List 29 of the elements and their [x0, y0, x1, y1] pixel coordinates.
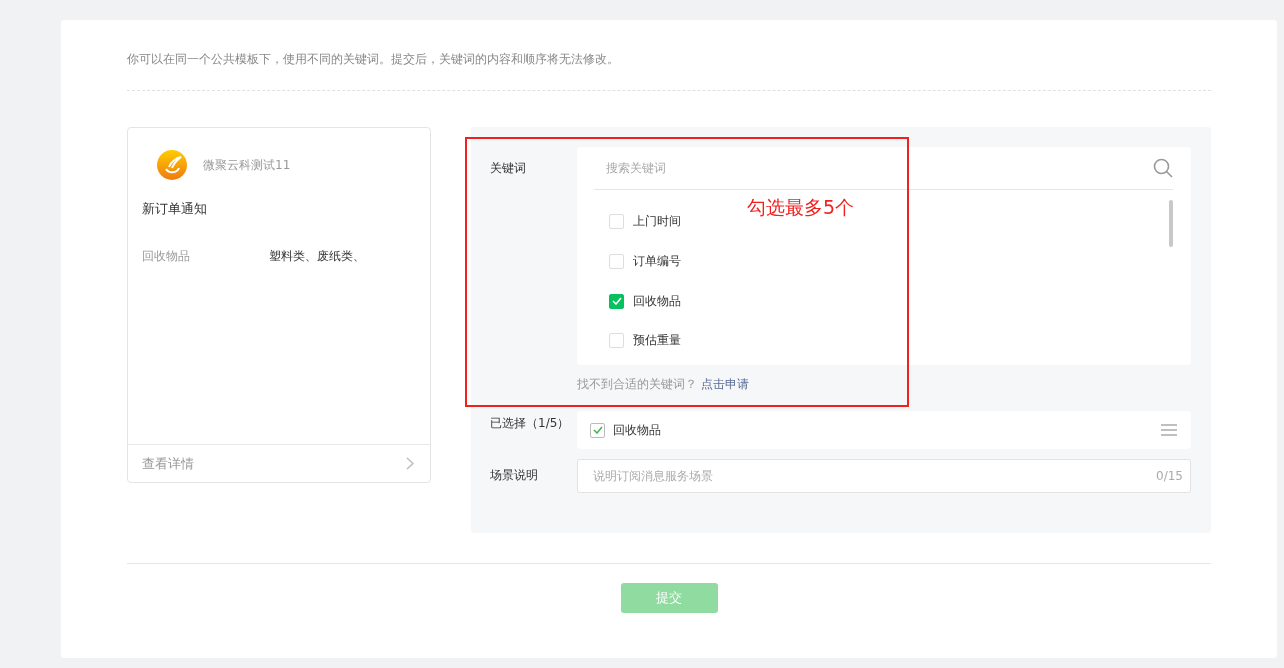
details-link[interactable]: 查看详情 [128, 444, 430, 482]
field-value: 塑料类、废纸类、 [269, 248, 365, 265]
keyword-label: 回收物品 [613, 421, 661, 439]
search-icon [1153, 158, 1173, 178]
keyword-label: 回收物品 [633, 292, 681, 310]
account-name: 微聚云科测试11 [203, 156, 291, 174]
annotation-text: 勾选最多5个 [747, 195, 855, 220]
checkbox[interactable] [590, 422, 605, 438]
field-label: 回收物品 [142, 248, 191, 265]
character-counter: 0/15 [1156, 469, 1183, 483]
drag-handle-icon[interactable] [1161, 424, 1177, 436]
selected-keyword-row[interactable]: 回收物品 [577, 411, 1191, 449]
hint-text: 找不到合适的关键词？ [577, 377, 697, 391]
scene-field[interactable]: 说明订阅消息服务场景 0/15 [577, 459, 1191, 493]
keyword-label: 订单编号 [633, 253, 681, 271]
checkbox[interactable] [609, 293, 624, 309]
scene-label: 场景说明 [490, 467, 539, 484]
notice-text: 你可以在同一个公共模板下，使用不同的关键词。提交后，关键词的内容和顺序将无法修改。 [127, 51, 620, 67]
keyword-search-field[interactable]: 搜索关键词 [594, 147, 1153, 189]
selected-label: 已选择（1/5） [490, 415, 571, 432]
apply-link[interactable]: 点击申请 [700, 377, 749, 391]
message-title: 新订单通知 [141, 200, 208, 218]
scrollbar[interactable] [1169, 200, 1173, 247]
logo-icon [157, 150, 187, 180]
keyword-label: 预估重量 [633, 332, 681, 350]
chevron-right-icon [406, 457, 414, 470]
scene-description-field[interactable]: 说明订阅消息服务场景 [578, 460, 1157, 492]
keywords-label: 关键词 [490, 160, 527, 177]
keyword-label: 上门时间 [633, 213, 681, 231]
